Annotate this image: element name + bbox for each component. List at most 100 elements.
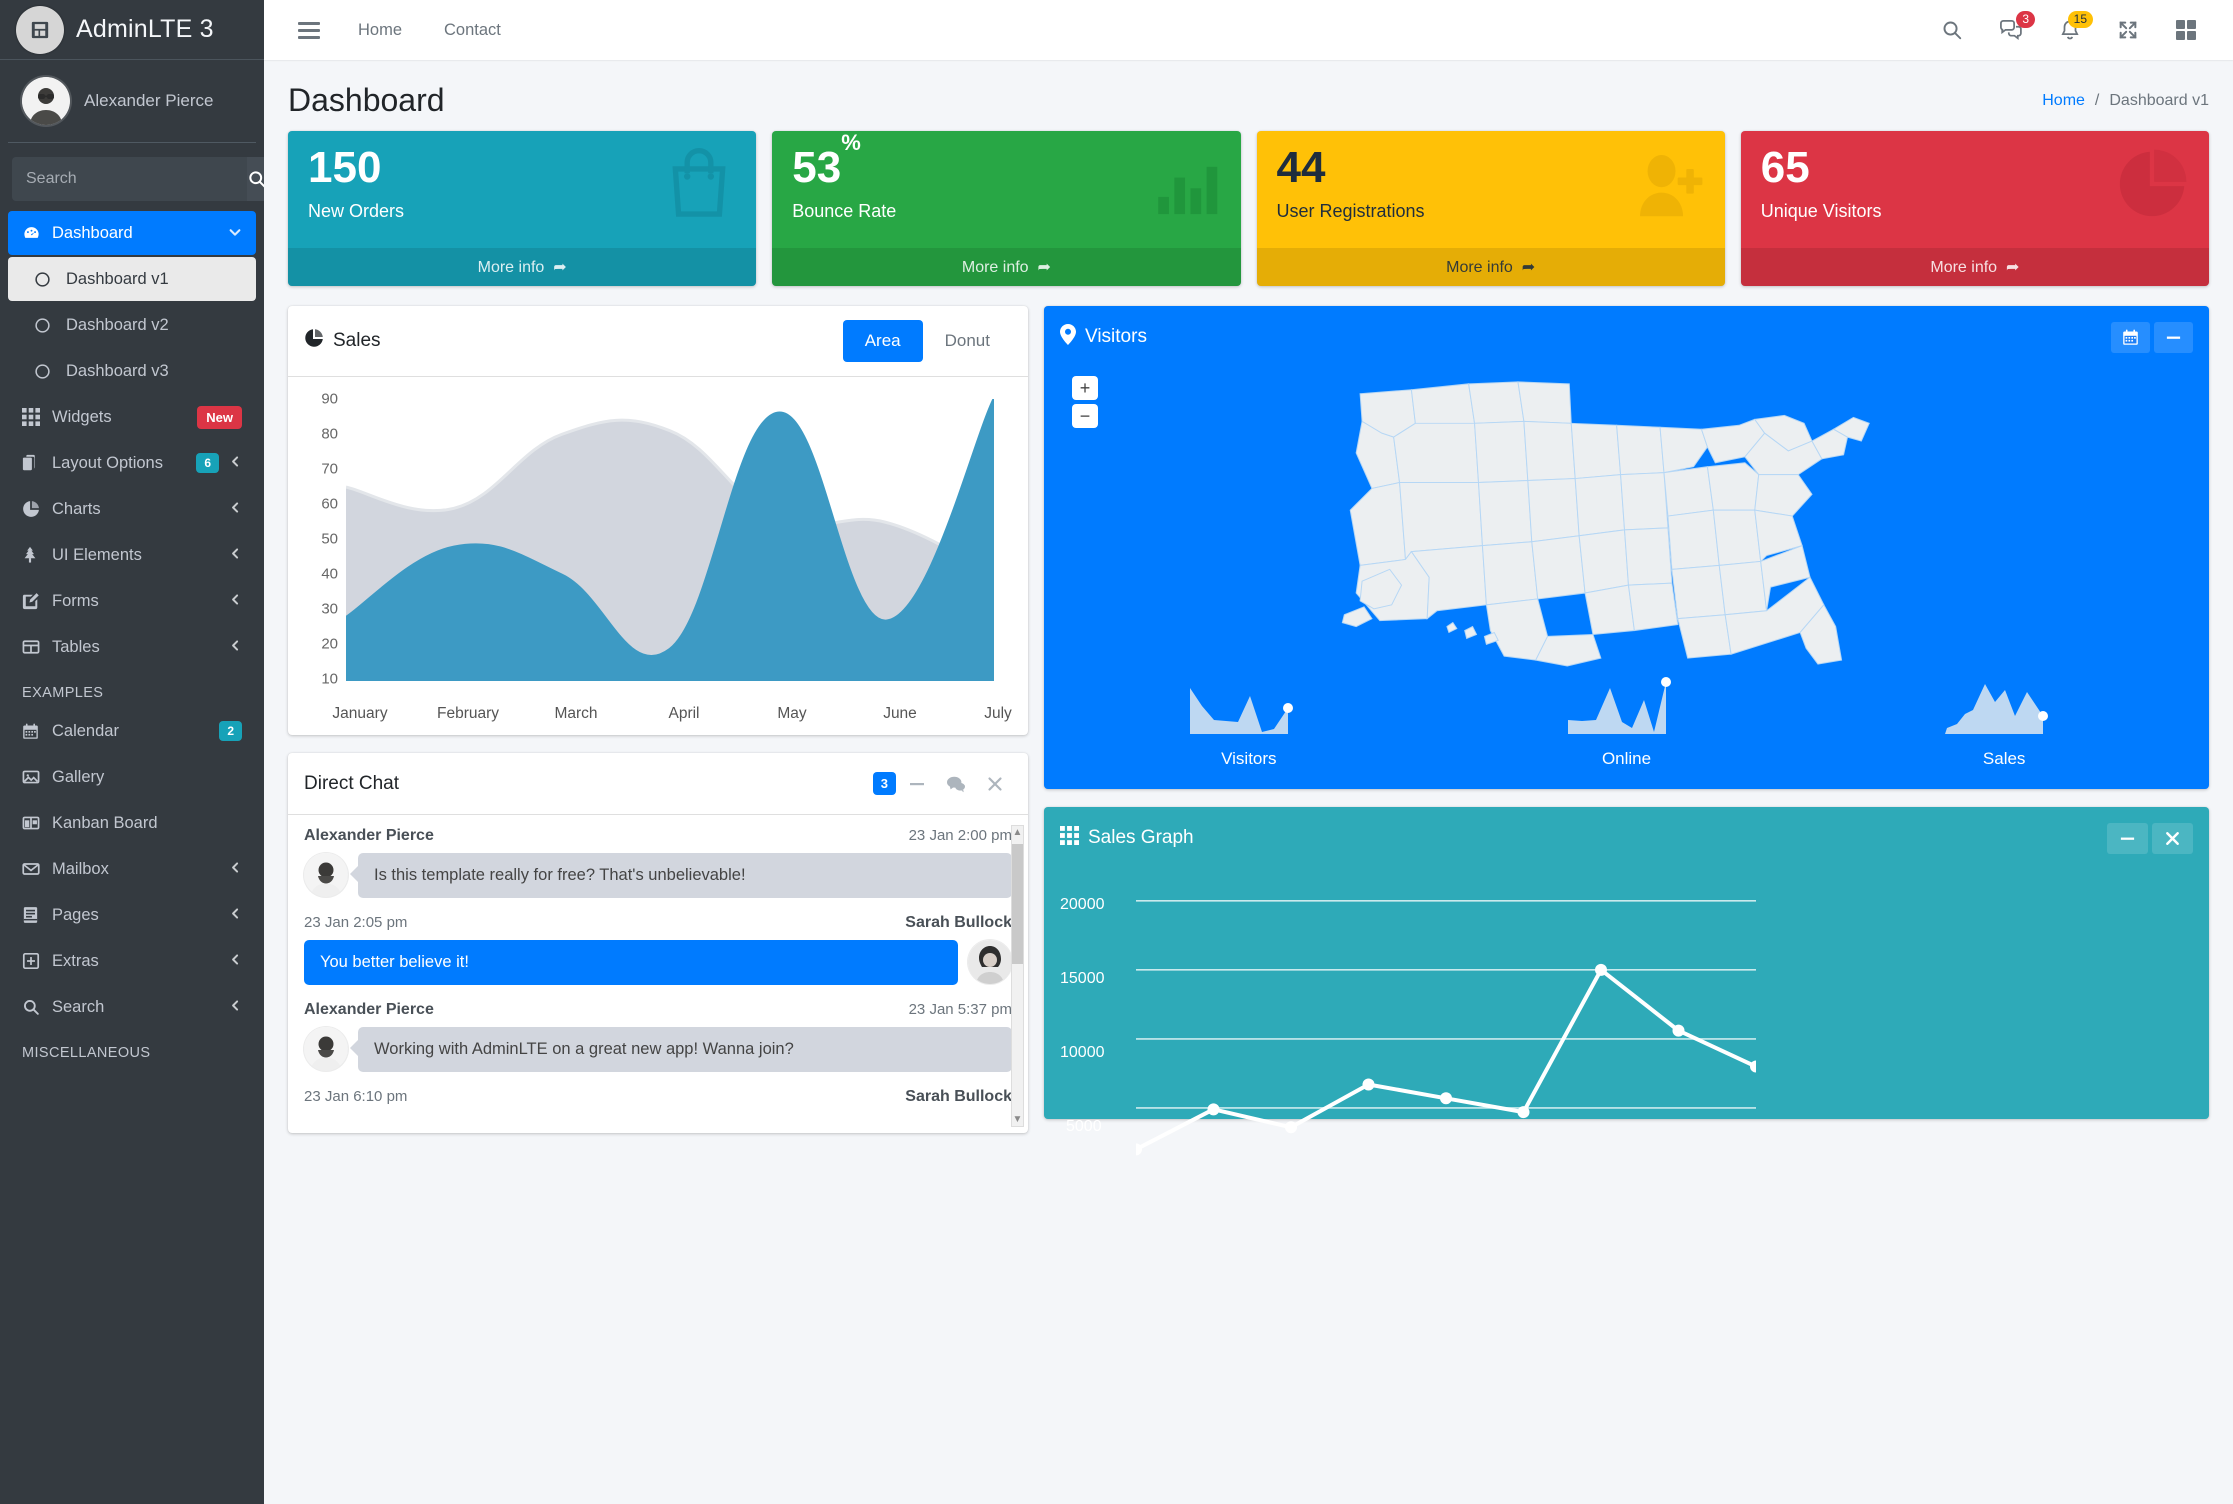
arrow-circle-right-icon: ➦ — [548, 259, 567, 277]
chat-author: Alexander Pierce — [304, 1001, 434, 1019]
sparkline-visitors: Visitors — [1060, 676, 1438, 769]
sidebar-item-extras[interactable]: Extras — [8, 939, 256, 983]
sales-area-chart: 90 80 70 60 50 40 30 20 10 January Febru… — [304, 391, 1012, 723]
th-large-icon[interactable] — [2159, 9, 2213, 51]
search-icon[interactable] — [1925, 9, 1979, 51]
sales-graph-chart: 20000 15000 10000 5000 — [1044, 869, 2209, 1156]
sparkline-chart — [1945, 684, 2049, 735]
expand-arrows-icon[interactable] — [2101, 9, 2155, 51]
comments-icon[interactable]: 3 — [1983, 9, 2039, 51]
sidebar-item-dashboard[interactable]: Dashboard — [8, 211, 256, 255]
close-icon[interactable] — [978, 771, 1012, 797]
sidebar-item-calendar[interactable]: Calendar 2 — [8, 709, 256, 753]
sidebar-item-label: Calendar — [52, 721, 119, 740]
tree-icon — [22, 546, 52, 564]
tab-area[interactable]: Area — [842, 320, 923, 363]
sidebar-item-dashboard-v1[interactable]: Dashboard v1 — [8, 257, 256, 301]
info-box-more-info-link[interactable]: More info ➦ — [1256, 248, 1725, 287]
sidebar-item-pages[interactable]: Pages — [8, 893, 256, 937]
chevron-left-icon — [229, 547, 242, 563]
more-info-label: More info — [961, 259, 1029, 277]
zoom-in-button[interactable]: + — [1072, 376, 1098, 401]
sidebar-item-label: Layout Options — [52, 453, 163, 472]
y-axis-tick: 20000 — [1060, 896, 1105, 914]
breadcrumb-item-home[interactable]: Home — [2042, 92, 2085, 110]
direct-chat-card: Direct Chat 3 Alexander Pierce 23 Jan 2:… — [288, 753, 1028, 1134]
sidebar-item-dashboard-v3[interactable]: Dashboard v3 — [8, 349, 256, 393]
sidebar-item-layout-options[interactable]: Layout Options 6 — [8, 441, 256, 485]
sales-graph-card: Sales Graph 20000 15000 10000 5000 — [1044, 807, 2209, 1156]
bell-icon[interactable]: 15 — [2043, 9, 2097, 52]
scroll-up-arrow[interactable]: ▲ — [1012, 827, 1023, 838]
avatar — [304, 853, 348, 898]
minus-icon[interactable] — [2154, 321, 2193, 353]
th-icon — [22, 408, 52, 426]
chat-message-meta: Sarah Bullock 23 Jan 2:05 pm — [304, 914, 1012, 932]
brand-link[interactable]: AdminLTE 3 — [0, 0, 264, 60]
sidebar-item-charts[interactable]: Charts — [8, 487, 256, 531]
search-input[interactable] — [12, 157, 247, 201]
zoom-out-button[interactable]: − — [1072, 404, 1098, 429]
comments-icon[interactable] — [938, 771, 974, 797]
chat-author: Sarah Bullock — [905, 1088, 1012, 1106]
info-box-more-info-link[interactable]: More info ➦ — [1740, 248, 2209, 287]
chat-message-text: Working with AdminLTE on a great new app… — [350, 1027, 1012, 1073]
sidebar-item-tables[interactable]: Tables — [8, 625, 256, 669]
sidebar-item-ui-elements[interactable]: UI Elements — [8, 533, 256, 577]
y-axis-tick: 20 — [321, 635, 338, 653]
chevron-left-icon — [229, 907, 242, 923]
bars-icon[interactable] — [284, 12, 334, 49]
sidebar-item-gallery[interactable]: Gallery — [8, 755, 256, 799]
visitors-map[interactable]: + − — [1044, 368, 2209, 668]
info-box-label: User Registrations — [1276, 201, 1425, 222]
sidebar-search — [0, 143, 264, 211]
search-button[interactable] — [247, 157, 264, 201]
sidebar-item-forms[interactable]: Forms — [8, 579, 256, 623]
area-chart-svg — [346, 399, 994, 682]
sparkline-label: Visitors — [1221, 749, 1277, 769]
direct-chat-tools: 3 — [872, 771, 1012, 797]
scroll-down-arrow[interactable]: ▼ — [1012, 1114, 1023, 1125]
calendar-icon[interactable] — [2111, 321, 2150, 353]
sidebar-item-label: Gallery — [52, 767, 105, 786]
chevron-left-icon — [229, 455, 242, 471]
scrollbar-thumb[interactable] — [1012, 844, 1023, 965]
chat-message: Alexander Pierce 23 Jan 5:37 pm Working … — [304, 1001, 1012, 1073]
chevron-left-icon — [229, 593, 242, 609]
sidebar-item-dashboard-v2[interactable]: Dashboard v2 — [8, 303, 256, 347]
sidebar-item-widgets[interactable]: Widgets New — [8, 395, 256, 439]
sales-graph-header: Sales Graph — [1044, 807, 2209, 869]
topnav-link-contact[interactable]: Contact — [426, 11, 519, 50]
chat-author: Alexander Pierce — [304, 827, 434, 845]
minus-icon[interactable] — [2107, 822, 2148, 854]
info-box-label: New Orders — [308, 201, 405, 222]
chat-scrollbar[interactable]: ▲ ▼ — [1011, 825, 1024, 1128]
sidebar-item-mailbox[interactable]: Mailbox — [8, 847, 256, 891]
minus-icon[interactable] — [900, 771, 934, 797]
sidebar-item-label: Dashboard v3 — [66, 361, 169, 380]
sidebar-item-search[interactable]: Search — [8, 985, 256, 1029]
chevron-left-icon — [229, 999, 242, 1015]
x-axis-tick: March — [554, 705, 598, 723]
chat-message-row: Working with AdminLTE on a great new app… — [304, 1027, 1012, 1073]
pie-chart-icon — [22, 500, 52, 518]
info-box-more-info-link[interactable]: More info ➦ — [772, 248, 1241, 287]
sales-card: Sales Area Donut 90 80 70 60 50 40 30 20… — [288, 306, 1028, 736]
sparkline-chart — [1189, 688, 1293, 735]
sparkline-chart — [1567, 677, 1671, 735]
chevron-left-icon — [229, 501, 242, 517]
card-title: Sales — [304, 328, 381, 354]
unread-count-badge: 3 — [872, 772, 896, 796]
chart-type-toggle: Area Donut — [842, 320, 1012, 363]
info-box-more-info-link[interactable]: More info ➦ — [288, 248, 757, 287]
user-panel[interactable]: Alexander Pierce — [8, 60, 256, 143]
breadcrumb-item-current: Dashboard v1 — [2109, 91, 2209, 109]
chat-message-meta: Alexander Pierce 23 Jan 5:37 pm — [304, 1001, 1012, 1019]
tab-donut[interactable]: Donut — [923, 320, 1012, 362]
sidebar-item-kanban-board[interactable]: Kanban Board — [8, 801, 256, 845]
chevron-left-icon — [229, 953, 242, 969]
close-icon[interactable] — [2152, 822, 2193, 854]
topnav-link-home[interactable]: Home — [340, 11, 420, 50]
chat-message: Alexander Pierce 23 Jan 2:00 pm Is this … — [304, 827, 1012, 899]
dashboard-columns: Sales Area Donut 90 80 70 60 50 40 30 20… — [288, 306, 2209, 1156]
